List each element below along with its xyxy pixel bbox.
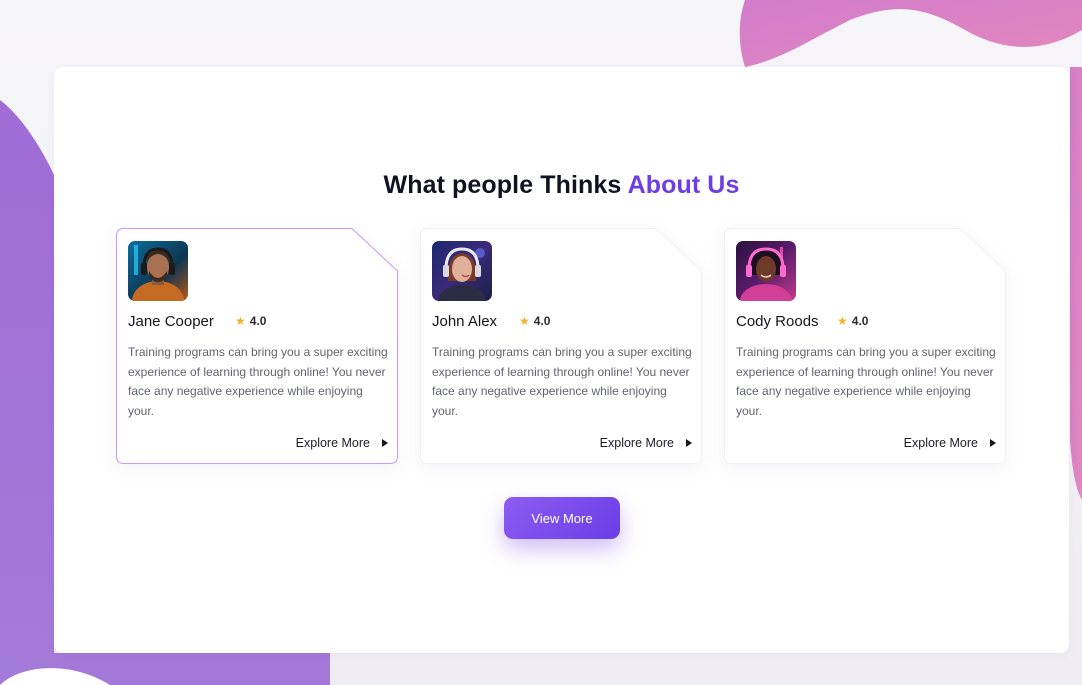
rating-value: 4.0 (851, 314, 869, 328)
section-title: What people Thinks About Us (54, 171, 1069, 200)
explore-more-label: Explore More (599, 436, 674, 450)
testimonial-card: John Alex ★ 4.0 Training programs can br… (420, 228, 702, 464)
testimonial-card: Jane Cooper ★ 4.0 Training programs can … (116, 228, 398, 464)
rating-value: 4.0 (533, 314, 551, 328)
play-icon (382, 439, 388, 447)
explore-more-label: Explore More (903, 436, 978, 450)
testimonials-panel: What people Thinks About Us Jane Cooper … (54, 67, 1069, 653)
rating-value: 4.0 (249, 314, 267, 328)
explore-more-link[interactable]: Explore More (600, 436, 692, 450)
page-background: What people Thinks About Us Jane Cooper … (0, 0, 1082, 685)
explore-more-link[interactable]: Explore More (904, 436, 996, 450)
view-more-button[interactable]: View More (504, 497, 620, 539)
testimonial-text: Training programs can bring you a super … (128, 345, 388, 418)
man-with-headphones-avatar (128, 241, 188, 301)
woman-gamer-avatar (736, 241, 796, 301)
play-icon (686, 439, 692, 447)
section-title-main: What people Thinks (383, 171, 622, 199)
reviewer-name: Jane Cooper (128, 313, 214, 330)
star-icon: ★ (519, 314, 530, 328)
woman-with-headphones-avatar (432, 241, 492, 301)
testimonial-text: Training programs can bring you a super … (736, 345, 996, 418)
star-icon: ★ (837, 314, 848, 328)
explore-more-link[interactable]: Explore More (296, 436, 388, 450)
reviewer-name: John Alex (432, 313, 498, 330)
star-icon: ★ (235, 314, 246, 328)
testimonial-card: Cody Roods ★ 4.0 Training programs can b… (724, 228, 1006, 464)
rating: ★ 4.0 (235, 314, 266, 328)
testimonial-text: Training programs can bring you a super … (432, 345, 692, 418)
play-icon (990, 439, 996, 447)
reviewer-name: Cody Roods (736, 313, 819, 330)
rating: ★ 4.0 (519, 314, 550, 328)
explore-more-label: Explore More (295, 436, 370, 450)
section-title-accent: About Us (627, 171, 740, 199)
rating: ★ 4.0 (837, 314, 868, 328)
